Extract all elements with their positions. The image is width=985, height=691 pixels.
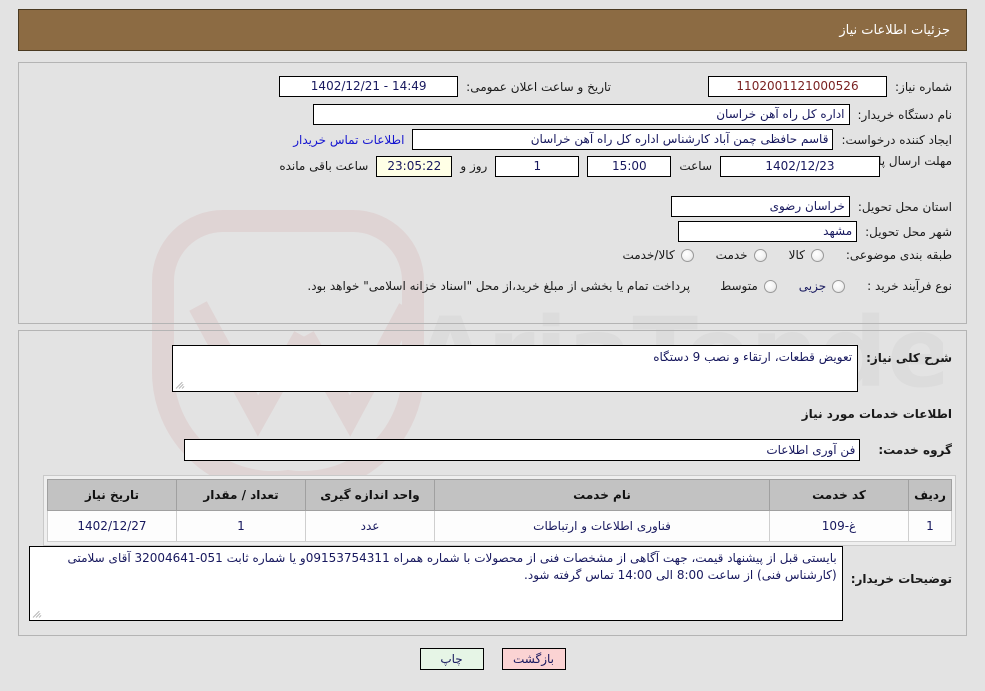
category-option-label: خدمت	[715, 248, 748, 262]
radio-icon[interactable]	[753, 248, 767, 262]
services-heading-row: اطلاعات خدمات مورد نیاز	[802, 407, 952, 421]
cell-unit: عدد	[305, 510, 435, 542]
service-group-value: فن آوری اطلاعات	[184, 439, 861, 461]
radio-icon[interactable]	[763, 279, 777, 293]
category-option-kala[interactable]: کالا	[789, 248, 824, 262]
buyer-org-value: اداره کل راه آهن خراسان	[312, 104, 850, 125]
resize-grip-icon[interactable]	[32, 609, 43, 619]
purchase-option-jozei[interactable]: جزیی	[798, 279, 846, 293]
deadline-hour: 15:00	[587, 156, 672, 177]
city-label: شهر محل تحویل:	[865, 224, 952, 239]
radio-icon[interactable]	[680, 248, 694, 262]
deadline-countdown: 23:05:22	[376, 156, 453, 177]
public-announce-label: تاریخ و ساعت اعلان عمومی:	[466, 79, 611, 94]
deadline-days-label: روز و	[460, 159, 488, 173]
requester-row: ایجاد کننده درخواست: قاسم حافظی چمن آباد…	[293, 129, 952, 150]
purchase-option-label: متوسط	[720, 279, 758, 293]
cell-service-name: فناوری اطلاعات و ارتباطات	[434, 510, 770, 542]
province-value: خراسان رضوی	[670, 196, 850, 217]
general-desc-value: تعویض قطعات، ارتقاء و نصب 9 دستگاه	[653, 350, 853, 364]
deadline-label: مهلت ارسال پاسخ: تا تاریخ:	[813, 154, 952, 168]
deadline-date: 1402/12/23	[720, 156, 880, 177]
col-need-date: تاریخ نیاز	[47, 479, 177, 511]
col-service-code: کد خدمت	[769, 479, 909, 511]
deadline-days: 1	[495, 156, 580, 177]
services-heading: اطلاعات خدمات مورد نیاز	[801, 407, 952, 421]
table-header-row: ردیف کد خدمت نام خدمت واحد اندازه گیری ت…	[47, 479, 952, 511]
service-group-label: گروه خدمت:	[878, 443, 952, 457]
need-summary-panel: شماره نیاز: 1102001121000526 تاریخ و ساع…	[18, 62, 967, 324]
purchase-type-label: نوع فرآیند خرید :	[867, 279, 952, 293]
need-number-label: شماره نیاز:	[895, 79, 952, 94]
city-row: شهر محل تحویل: مشهد	[678, 221, 952, 242]
services-table: ردیف کد خدمت نام خدمت واحد اندازه گیری ت…	[47, 479, 952, 542]
public-announce-value: 14:49 - 1402/12/21	[279, 76, 459, 97]
page-header-bar: جزئیات اطلاعات نیاز	[18, 9, 967, 51]
buyer-notes-label: توضیحات خریدار:	[850, 572, 952, 586]
purchase-option-label: جزیی	[798, 279, 827, 293]
general-desc-textarea[interactable]: تعویض قطعات، ارتقاء و نصب 9 دستگاه	[172, 345, 859, 392]
general-desc-label: شرح کلی نیاز:	[866, 351, 952, 365]
requester-label: ایجاد کننده درخواست:	[841, 132, 952, 147]
buyer-notes-textarea[interactable]: بایستی قبل از پیشنهاد قیمت، جهت آگاهی از…	[28, 546, 843, 621]
col-service-name: نام خدمت	[434, 479, 770, 511]
category-option-label: کالا	[788, 248, 805, 262]
cell-service-code: غ-109	[769, 510, 909, 542]
col-unit: واحد اندازه گیری	[305, 479, 435, 511]
city-value: مشهد	[678, 221, 858, 242]
purchase-type-row: نوع فرآیند خرید : جزیی متوسط پرداخت تمام…	[307, 279, 952, 293]
resize-grip-icon[interactable]	[175, 380, 186, 390]
province-row: استان محل تحویل: خراسان رضوی	[670, 196, 952, 217]
purchase-type-note: پرداخت تمام یا بخشی از مبلغ خرید،از محل …	[307, 279, 691, 293]
buyer-org-row: نام دستگاه خریدار: اداره کل راه آهن خراس…	[312, 104, 953, 125]
category-row: طبقه بندی موضوعی: کالا خدمت کالا/خدمت	[622, 248, 952, 262]
buyer-notes-row: توضیحات خریدار: بایستی قبل از پیشنهاد قی…	[28, 546, 952, 621]
service-group-row: گروه خدمت: فن آوری اطلاعات	[184, 439, 952, 461]
deadline-hour-label: ساعت	[679, 159, 712, 173]
page-title: جزئیات اطلاعات نیاز	[839, 22, 950, 38]
need-details-panel: شرح کلی نیاز: تعویض قطعات، ارتقاء و نصب …	[18, 330, 967, 636]
buyer-contact-link[interactable]: اطلاعات تماس خریدار	[293, 133, 404, 147]
category-option-label: کالا/خدمت	[622, 248, 675, 262]
buyer-notes-value: بایستی قبل از پیشنهاد قیمت، جهت آگاهی از…	[67, 551, 837, 582]
public-announce-row: تاریخ و ساعت اعلان عمومی: 14:49 - 1402/1…	[279, 76, 611, 97]
deadline-countdown-label: ساعت باقی مانده	[279, 159, 369, 173]
need-number-value: 1102001121000526	[708, 76, 887, 97]
purchase-option-motevaset[interactable]: متوسط	[720, 279, 777, 293]
general-desc-row: شرح کلی نیاز: تعویض قطعات، ارتقاء و نصب …	[172, 345, 952, 392]
need-number-row: شماره نیاز: 1102001121000526	[708, 76, 952, 97]
category-label: طبقه بندی موضوعی:	[845, 248, 952, 262]
back-button[interactable]: بازگشت	[501, 648, 566, 670]
cell-quantity: 1	[176, 510, 306, 542]
cell-radif: 1	[908, 510, 952, 542]
radio-icon[interactable]	[810, 248, 824, 262]
table-row: 1 غ-109 فناوری اطلاعات و ارتباطات عدد 1 …	[47, 510, 952, 542]
category-option-khedmat[interactable]: خدمت	[716, 248, 767, 262]
col-radif: ردیف	[908, 479, 952, 511]
services-table-wrapper: ردیف کد خدمت نام خدمت واحد اندازه گیری ت…	[43, 475, 956, 546]
col-quantity: تعداد / مقدار	[176, 479, 306, 511]
category-option-kala-khedmat[interactable]: کالا/خدمت	[622, 248, 694, 262]
province-label: استان محل تحویل:	[857, 199, 952, 214]
print-button[interactable]: چاپ	[419, 648, 484, 670]
footer-buttons: بازگشت چاپ	[0, 648, 985, 670]
buyer-org-label: نام دستگاه خریدار:	[857, 107, 953, 122]
deadline-row: مهلت ارسال پاسخ: تا تاریخ: 1402/12/23 سا…	[279, 153, 952, 177]
cell-need-date: 1402/12/27	[47, 510, 177, 542]
requester-value: قاسم حافظی چمن آباد کارشناس اداره کل راه…	[412, 129, 834, 150]
radio-icon[interactable]	[832, 279, 846, 293]
